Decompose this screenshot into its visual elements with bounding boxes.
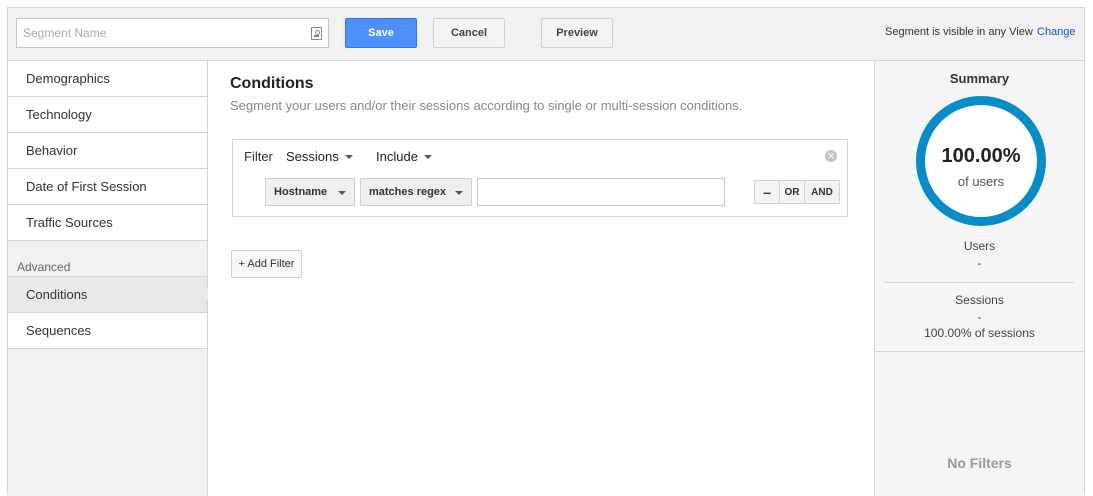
percent-ring: 100.00% of users (916, 96, 1046, 226)
users-label: Users (963, 239, 996, 253)
sessions-percent: 100.00% of sessions (924, 326, 1035, 340)
sidebar-item-date-of-first-session[interactable]: Date of First Session (8, 169, 207, 205)
percent-value: 100.00% (941, 145, 1021, 167)
add-filter-button[interactable]: + Add Filter (231, 250, 302, 278)
users-value: - (977, 256, 982, 270)
logic-button-group: – OR AND (754, 180, 840, 204)
page-subtitle: Segment your users and/or their sessions… (230, 98, 743, 113)
no-filters-text: No Filters (947, 455, 1012, 471)
advanced-section-label: Advanced (17, 260, 71, 274)
sidebar-item-traffic-sources[interactable]: Traffic Sources (8, 205, 207, 241)
segment-name-field[interactable] (16, 18, 329, 48)
save-button[interactable]: Save (345, 18, 417, 48)
remove-filter-icon[interactable]: ✕ (825, 150, 837, 162)
condition-value-input[interactable] (481, 180, 721, 204)
operator-select[interactable]: matches regex (360, 178, 472, 206)
scope-dropdown[interactable]: Sessions (286, 149, 353, 164)
summary-divider (885, 282, 1074, 283)
and-button[interactable]: AND (804, 181, 839, 203)
remove-condition-button[interactable]: – (755, 181, 779, 203)
filter-box: Filter Sessions Include ✕ Hostname match… (232, 139, 848, 217)
dimension-select[interactable]: Hostname (265, 178, 355, 206)
summary-divider-bottom (875, 351, 1085, 352)
preview-button[interactable]: Preview (541, 18, 613, 48)
summary-panel: Summary 100.00% of users Users - Session… (874, 61, 1085, 496)
page-title: Conditions (230, 75, 314, 92)
visibility-text: Segment is visible in any View (885, 26, 1033, 38)
sidebar-item-sequences[interactable]: Sequences (8, 313, 207, 349)
segment-name-input[interactable] (23, 20, 303, 46)
summary-title: Summary (949, 71, 1010, 86)
or-button[interactable]: OR (779, 181, 804, 203)
sessions-label: Sessions (955, 293, 1004, 307)
sidebar-item-behavior[interactable]: Behavior (8, 133, 207, 169)
contact-card-icon[interactable] (311, 27, 322, 40)
conditions-panel: Conditions Segment your users and/or the… (208, 61, 874, 496)
sidebar: Demographics Technology Behavior Date of… (8, 61, 215, 496)
sessions-value: - (977, 310, 982, 324)
top-toolbar: Save Cancel Preview Segment is visible i… (8, 8, 1084, 61)
filter-label: Filter (244, 149, 273, 164)
condition-value-field[interactable] (477, 178, 725, 206)
sidebar-item-demographics[interactable]: Demographics (8, 61, 207, 97)
sidebar-item-technology[interactable]: Technology (8, 97, 207, 133)
change-link[interactable]: Change (1037, 26, 1076, 38)
sidebar-item-conditions[interactable]: Conditions (8, 276, 207, 313)
segment-editor: Save Cancel Preview Segment is visible i… (7, 7, 1085, 496)
percent-subtitle: of users (957, 174, 1005, 189)
cancel-button[interactable]: Cancel (433, 18, 505, 48)
include-dropdown[interactable]: Include (376, 149, 432, 164)
